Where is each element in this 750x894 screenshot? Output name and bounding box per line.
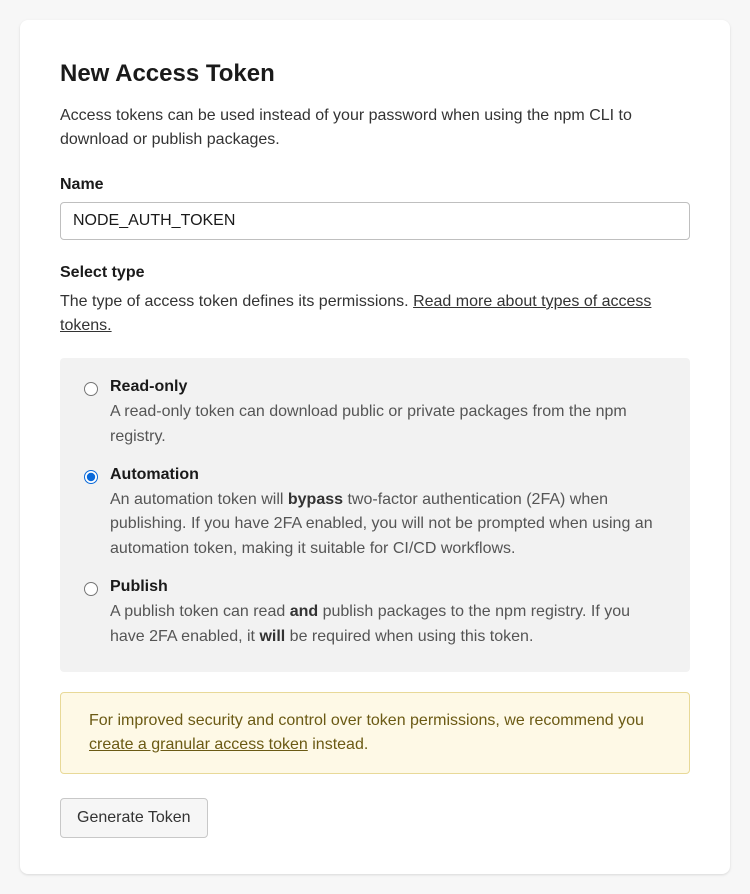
page-title: New Access Token [60, 60, 690, 88]
name-label: Name [60, 176, 690, 194]
radio-option-automation[interactable]: Automation An automation token will bypa… [84, 466, 666, 562]
security-notice: For improved security and control over t… [60, 692, 690, 774]
token-type-radio-group: Read-only A read-only token can download… [60, 358, 690, 672]
radio-automation-title: Automation [110, 466, 666, 484]
radio-read-only[interactable] [84, 382, 98, 396]
page-description: Access tokens can be used instead of you… [60, 104, 690, 152]
notice-suffix: instead. [308, 736, 368, 753]
granular-token-link[interactable]: create a granular access token [89, 736, 308, 753]
radio-read-only-desc: A read-only token can download public or… [110, 400, 666, 450]
radio-option-publish[interactable]: Publish A publish token can read and pub… [84, 578, 666, 650]
notice-prefix: For improved security and control over t… [89, 712, 644, 729]
radio-automation[interactable] [84, 470, 98, 484]
radio-publish-content: Publish A publish token can read and pub… [110, 578, 666, 650]
radio-read-only-title: Read-only [110, 378, 666, 396]
radio-option-read-only[interactable]: Read-only A read-only token can download… [84, 378, 666, 450]
name-input[interactable] [60, 202, 690, 240]
radio-automation-content: Automation An automation token will bypa… [110, 466, 666, 562]
select-type-desc-text: The type of access token defines its per… [60, 293, 413, 310]
select-type-label: Select type [60, 264, 690, 282]
new-access-token-card: New Access Token Access tokens can be us… [20, 20, 730, 874]
select-type-description: The type of access token defines its per… [60, 290, 690, 338]
radio-automation-desc: An automation token will bypass two-fact… [110, 488, 666, 562]
radio-publish-title: Publish [110, 578, 666, 596]
radio-read-only-content: Read-only A read-only token can download… [110, 378, 666, 450]
radio-publish-desc: A publish token can read and publish pac… [110, 600, 666, 650]
radio-publish[interactable] [84, 582, 98, 596]
generate-token-button[interactable]: Generate Token [60, 798, 208, 838]
